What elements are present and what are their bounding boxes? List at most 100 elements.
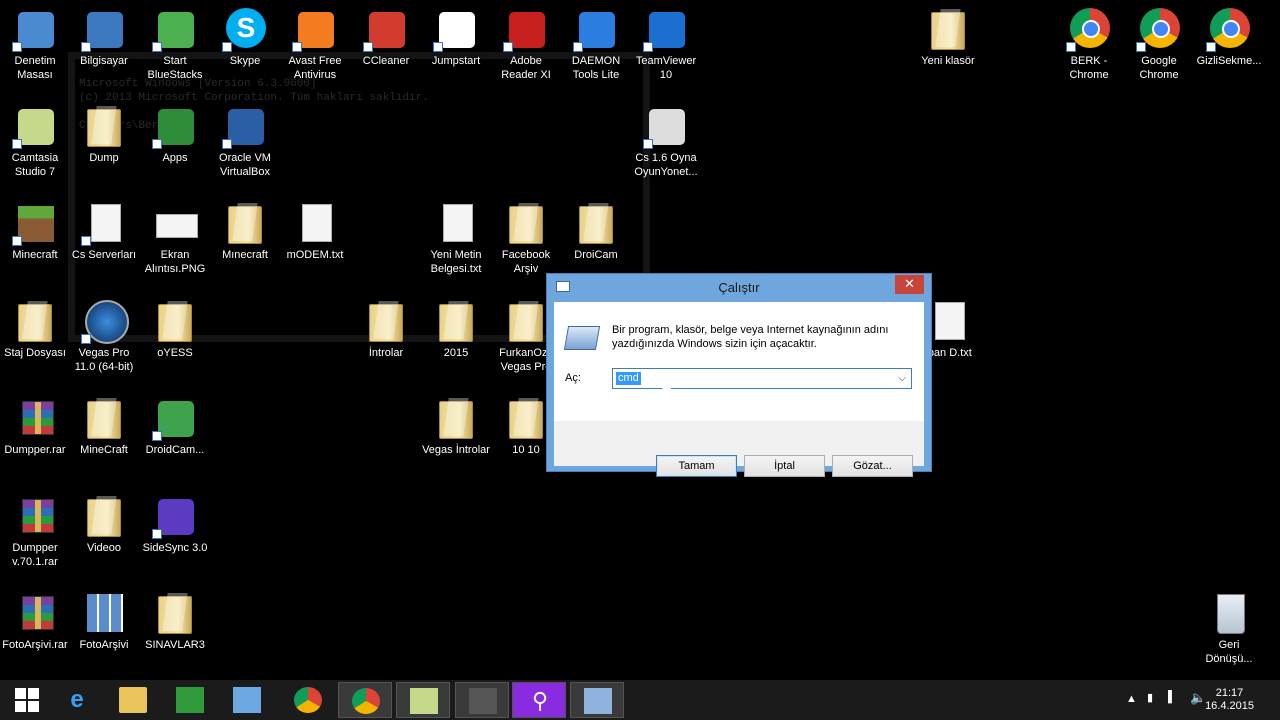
desktop-icon[interactable]: GizliSekme... [1194, 6, 1264, 68]
desktop-icon[interactable]: Ekran Alıntısı.PNG [140, 200, 210, 276]
desktop-icon[interactable]: İntrolar [351, 298, 421, 360]
desktop-icon[interactable]: Vegas İntrolar [421, 395, 491, 457]
desktop-icon[interactable]: Apps [140, 103, 210, 165]
desktop-icon[interactable]: DroidCam... [140, 395, 210, 457]
browse-button[interactable]: Gözat... [832, 455, 913, 477]
network-icon[interactable]: ▌ [1168, 691, 1176, 703]
show-hidden-icons[interactable]: ▲ [1126, 693, 1137, 705]
vegas-pro-icon [81, 298, 129, 344]
desktop-icon[interactable]: Vegas Pro 11.0 (64-bit) [69, 298, 139, 374]
image-icon [152, 200, 198, 246]
desktop-icon[interactable]: Avast Free Antivirus [280, 6, 350, 82]
desktop-icon-label: Ekran Alıntısı.PNG [144, 249, 206, 275]
internet-explorer-taskbar-icon[interactable]: e [50, 682, 104, 718]
folder-icon [925, 6, 971, 52]
desktop-icon[interactable]: Yeni Metin Belgesi.txt [421, 200, 491, 276]
control-panel-icon [12, 6, 58, 52]
ok-button[interactable]: Tamam [656, 455, 737, 477]
desktop-icon-label: Minecraft [12, 249, 58, 261]
desktop-icon[interactable]: DroiCam [561, 200, 631, 262]
taskbar: e ⚲ ▲ ▮ ▌ 🔈 21:17 16.4.2015 [0, 680, 1280, 720]
desktop-icon[interactable]: Camtasia Studio 7 [0, 103, 70, 179]
desktop-icon-label: DroiCam [574, 249, 618, 261]
desktop-icon[interactable]: TeamViewer 10 [631, 6, 701, 82]
desktop-icon[interactable]: Jumpstart [421, 6, 491, 68]
desktop-icon[interactable]: Geri Dönüşü... [1194, 590, 1264, 666]
apps-icon [152, 103, 198, 149]
text-file-icon [292, 200, 338, 246]
desktop-icon[interactable]: BERK - Chrome [1054, 6, 1124, 82]
desktop-icon[interactable]: FotoArşivi.rar [0, 590, 70, 652]
folder-icon [222, 200, 268, 246]
close-button[interactable]: ✕ [895, 275, 924, 294]
desktop-icon[interactable]: 2015 [421, 298, 491, 360]
folder-icon [503, 200, 549, 246]
folder-icon [152, 590, 198, 636]
sidesync-icon [152, 493, 198, 539]
desktop-icon[interactable]: oYESS [140, 298, 210, 360]
folder-icon [503, 395, 549, 441]
desktop-icon[interactable]: Oracle VM VirtualBox [210, 103, 280, 179]
control-panel-taskbar-icon[interactable] [220, 682, 274, 718]
desktop-icon-label: oYESS [157, 347, 193, 359]
search-app-taskbar-icon[interactable]: ⚲ [512, 682, 566, 718]
folder-icon [152, 298, 198, 344]
desktop-icon[interactable]: Dump [69, 103, 139, 165]
desktop-icon[interactable]: Bilgisayar [69, 6, 139, 68]
desktop-icon[interactable]: Start BlueStacks [140, 6, 210, 82]
desktop-icon[interactable]: Google Chrome [1124, 6, 1194, 82]
file-explorer-taskbar-icon[interactable] [106, 682, 160, 718]
desktop-icon[interactable]: Cs 1.6 Oyna OyunYonet... [631, 103, 701, 179]
open-input-value[interactable]: cmd [616, 372, 641, 385]
store-taskbar-icon[interactable] [163, 682, 217, 718]
desktop-icon-label: Adobe Reader XI [501, 55, 551, 81]
desktop-icon[interactable]: FotoArşivi [69, 590, 139, 652]
desktop-icon[interactable]: Videoo [69, 493, 139, 555]
run-taskbar-icon[interactable] [570, 682, 624, 718]
desktop-icon[interactable]: Adobe Reader XI [491, 6, 561, 82]
desktop-icon-label: DAEMON Tools Lite [571, 55, 621, 81]
desktop-icon[interactable]: DAEMON Tools Lite [561, 6, 631, 82]
chrome-taskbar-icon[interactable] [281, 682, 335, 718]
clock-date: 16.4.2015 [1205, 700, 1254, 712]
desktop-icon[interactable]: mODEM.txt [280, 200, 350, 262]
desktop-icon[interactable]: Denetim Masası [0, 6, 70, 82]
desktop-icon-label: Videoo [86, 542, 122, 554]
windows-logo-icon [15, 688, 39, 712]
text-file-icon [433, 200, 479, 246]
counter-strike-icon [643, 103, 689, 149]
skype-icon: S [222, 6, 268, 52]
desktop-icon[interactable]: S Skype [210, 6, 280, 68]
desktop-icon[interactable]: SINAVLAR3 [140, 590, 210, 652]
desktop-icon-label: Geri Dönüşü... [1205, 639, 1253, 665]
desktop-icon[interactable]: CCleaner [351, 6, 421, 68]
cancel-button[interactable]: İptal [744, 455, 825, 477]
desktop-icon-label: Dumpper v.70.1.rar [12, 542, 58, 568]
desktop-icon-label: Cs Serverları [71, 249, 137, 261]
desktop-icon[interactable]: Minecraft [0, 200, 70, 262]
desktop-icon-label: Vegas Pro 11.0 (64-bit) [74, 347, 134, 373]
desktop-icon-label: Yeni klasör [921, 55, 975, 67]
clock[interactable]: 21:17 16.4.2015 [1205, 687, 1254, 713]
jumpstart-icon [433, 6, 479, 52]
computer-icon [81, 6, 127, 52]
run-dialog-title-bar[interactable]: Çalıştır ✕ [547, 274, 931, 301]
battery-icon[interactable]: ▮ [1147, 691, 1153, 704]
desktop-icon[interactable]: Dumpper.rar [0, 395, 70, 457]
desktop-icon[interactable]: Facebook Arşiv [491, 200, 561, 276]
desktop-icon[interactable]: SideSync 3.0 [140, 493, 210, 555]
chevron-down-icon[interactable]: ⌵ [895, 371, 909, 386]
desktop-icon[interactable]: MineCraft [69, 395, 139, 457]
desktop-icon[interactable]: Cs Serverları [69, 200, 139, 262]
desktop-icon[interactable]: Mınecraft [210, 200, 280, 262]
teamviewer-icon [643, 6, 689, 52]
start-button[interactable] [0, 682, 54, 718]
desktop-icon[interactable]: Staj Dosyası [0, 298, 70, 360]
chrome-active-taskbar-icon[interactable] [338, 682, 392, 718]
desktop-icon[interactable]: Dumpper v.70.1.rar [0, 493, 70, 569]
counter-strike-taskbar-icon[interactable] [455, 682, 509, 718]
volume-icon[interactable]: 🔈 [1190, 690, 1206, 706]
desktop-icon[interactable]: Yeni klasör [913, 6, 983, 68]
recycle-bin-icon [1206, 590, 1252, 636]
camtasia-taskbar-icon[interactable] [396, 682, 450, 718]
